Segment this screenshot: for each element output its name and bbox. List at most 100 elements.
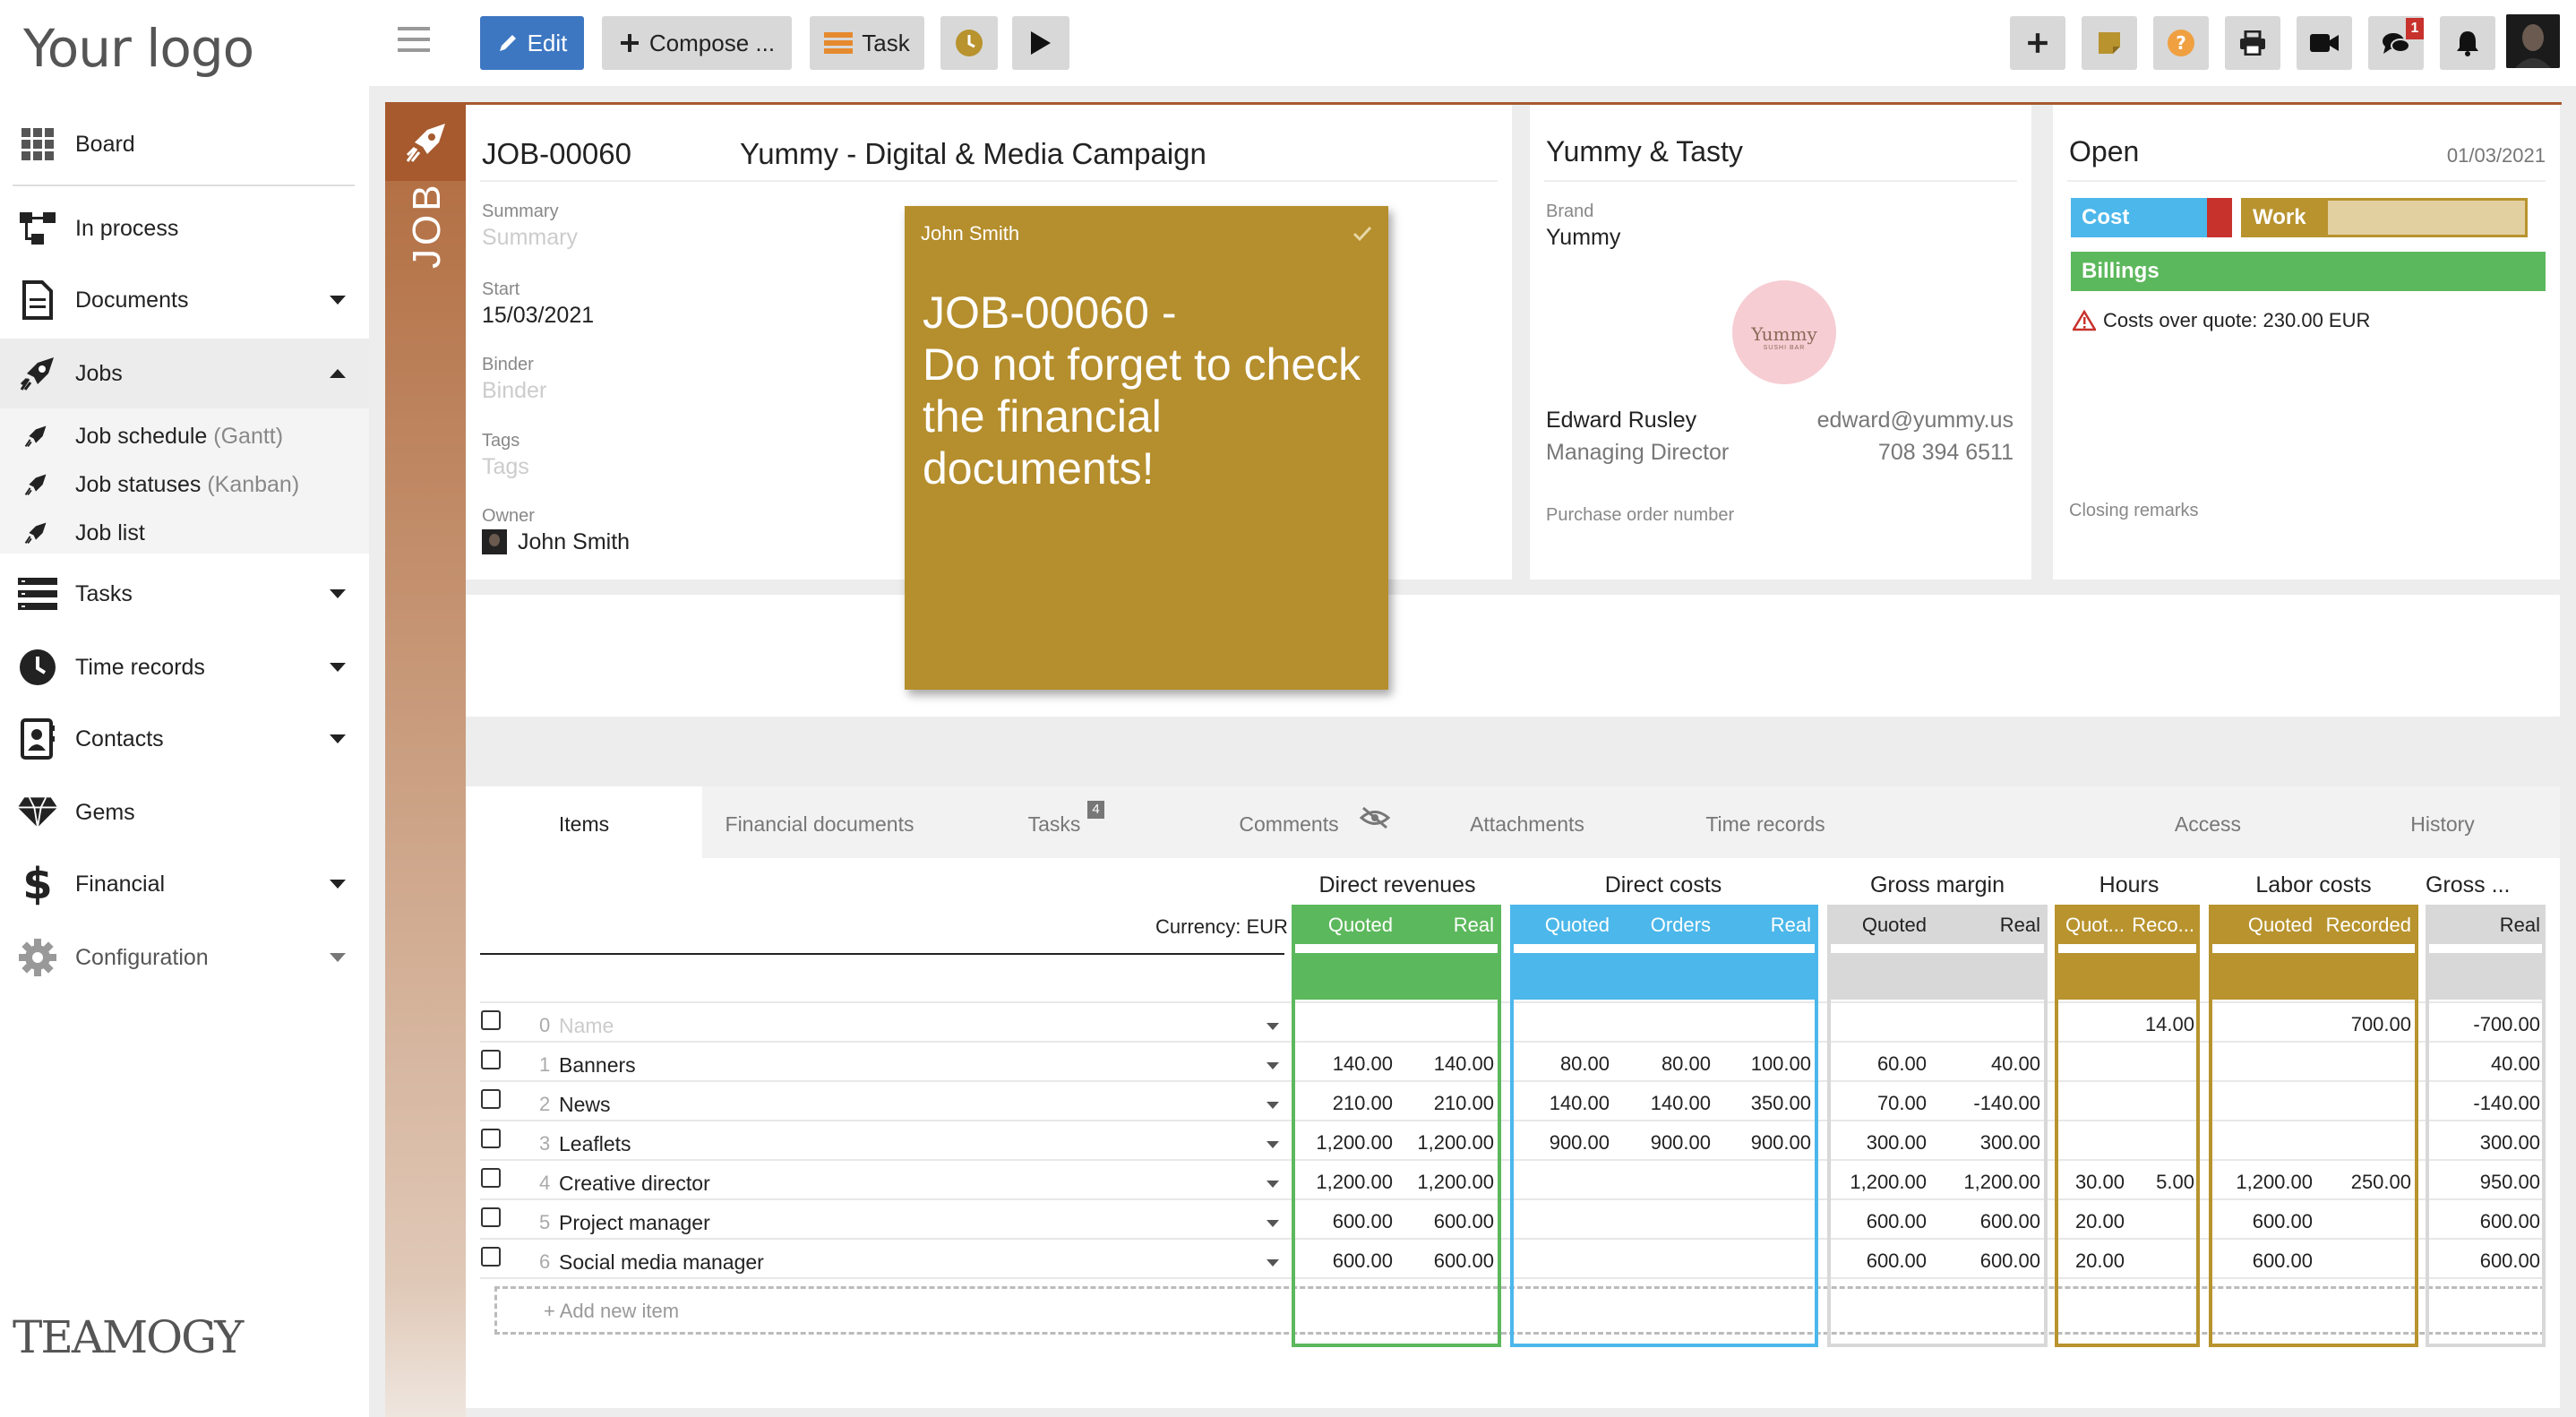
chevron-down-icon[interactable] xyxy=(1267,1181,1279,1188)
play-button[interactable] xyxy=(1012,16,1069,70)
chevron-down-icon[interactable] xyxy=(330,296,346,305)
owner-avatar xyxy=(482,529,507,554)
row-name[interactable]: News xyxy=(559,1093,611,1117)
brand-logo-subtext: SUSHI BAR xyxy=(1763,345,1806,351)
print-button[interactable] xyxy=(2225,16,2280,70)
check-icon[interactable] xyxy=(1352,226,1372,242)
tags-field[interactable]: Tags xyxy=(482,454,529,480)
contact-phone[interactable]: 708 394 6511 xyxy=(1878,440,2014,466)
row-name[interactable]: Social media manager xyxy=(559,1250,764,1275)
tab-items[interactable]: Items xyxy=(466,786,702,849)
add-new-item-button[interactable]: + Add new item xyxy=(544,1300,679,1323)
sidebar-item-in-process[interactable]: In process xyxy=(0,193,369,263)
row-name[interactable]: Leaflets xyxy=(559,1132,631,1156)
sidebar-item-label: Board xyxy=(75,131,135,157)
sidebar-item-tasks[interactable]: Tasks xyxy=(0,559,369,629)
sidebar-item-jobs[interactable]: Jobs xyxy=(0,339,369,408)
tab-access[interactable]: Access xyxy=(2091,786,2325,849)
chevron-down-icon[interactable] xyxy=(330,663,346,672)
row-checkbox[interactable] xyxy=(481,1247,501,1267)
printer-icon xyxy=(2240,30,2265,56)
job-side-band xyxy=(385,104,466,1417)
row-number: 3 xyxy=(539,1132,551,1155)
owner-name[interactable]: John Smith xyxy=(518,529,630,555)
chevron-down-icon[interactable] xyxy=(1267,1220,1279,1227)
chevron-down-icon[interactable] xyxy=(330,953,346,962)
tab-tasks[interactable]: Tasks 4 xyxy=(937,786,1172,849)
avatar-icon xyxy=(2506,14,2560,68)
sidebar-item-label: Job schedule (Gantt) xyxy=(75,423,284,449)
sticky-author: John Smith xyxy=(921,222,1020,245)
chevron-down-icon[interactable] xyxy=(330,589,346,598)
chat-button[interactable]: 1 xyxy=(2368,16,2424,70)
eye-slash-icon[interactable] xyxy=(1360,806,1390,829)
hamburger-menu-icon[interactable] xyxy=(398,25,430,54)
sidebar-item-configuration[interactable]: Configuration xyxy=(0,923,369,992)
help-button[interactable]: ? xyxy=(2153,16,2209,70)
sidebar-item-time-records[interactable]: Time records xyxy=(0,632,369,702)
row-number: 5 xyxy=(539,1211,551,1233)
job-title: Yummy - Digital & Media Campaign xyxy=(740,137,1206,170)
user-avatar[interactable] xyxy=(2506,14,2560,68)
chevron-down-icon[interactable] xyxy=(1267,1259,1279,1267)
binder-field[interactable]: Binder xyxy=(482,378,546,404)
row-checkbox[interactable] xyxy=(481,1129,501,1148)
sidebar-item-job-list[interactable]: Job list xyxy=(0,509,369,557)
sidebar-item-financial[interactable]: $ Financial xyxy=(0,849,369,919)
app-logo[interactable]: Your logo xyxy=(23,18,254,79)
tab-history[interactable]: History xyxy=(2325,786,2560,849)
chevron-down-icon[interactable] xyxy=(1267,1023,1279,1030)
billings-bar[interactable]: Billings xyxy=(2071,252,2546,291)
chevron-down-icon[interactable] xyxy=(1267,1062,1279,1069)
row-name[interactable]: Name xyxy=(559,1014,614,1038)
chevron-up-icon[interactable] xyxy=(330,369,346,378)
cost-bar[interactable]: Cost xyxy=(2071,198,2232,237)
edit-button[interactable]: Edit xyxy=(480,16,584,70)
notifications-button[interactable] xyxy=(2440,16,2495,70)
sidebar-item-job-statuses[interactable]: Job statuses (Kanban) xyxy=(0,460,369,509)
row-number: 6 xyxy=(539,1250,551,1273)
compose-button[interactable]: Compose ... xyxy=(602,16,792,70)
brand-value[interactable]: Yummy xyxy=(1546,225,1620,251)
brand-logo: Yummy SUSHI BAR xyxy=(1732,280,1836,384)
tab-time-records[interactable]: Time records xyxy=(1648,786,1883,849)
sidebar-item-contacts[interactable]: Contacts xyxy=(0,704,369,774)
sticky-note-button[interactable] xyxy=(2082,16,2137,70)
task-button[interactable]: Task xyxy=(810,16,924,70)
sidebar-item-gems[interactable]: Gems xyxy=(0,777,369,847)
group-direct-costs: Direct costs xyxy=(1604,872,1722,897)
row-checkbox[interactable] xyxy=(481,1050,501,1069)
row-name[interactable]: Creative director xyxy=(559,1172,710,1196)
tab-attachments[interactable]: Attachments xyxy=(1406,786,1648,849)
job-state[interactable]: Open xyxy=(2069,135,2139,168)
summary-field[interactable]: Summary xyxy=(482,225,578,251)
video-button[interactable] xyxy=(2297,16,2352,70)
sticky-note[interactable]: John Smith JOB-00060 - Do not forget to … xyxy=(905,206,1388,690)
sidebar-item-label: In process xyxy=(75,215,179,241)
contact-name[interactable]: Edward Rusley xyxy=(1546,408,1696,434)
row-name[interactable]: Project manager xyxy=(559,1211,710,1235)
client-name[interactable]: Yummy & Tasty xyxy=(1546,135,1743,168)
sidebar-item-job-schedule[interactable]: Job schedule (Gantt) xyxy=(0,412,369,460)
work-bar[interactable]: Work xyxy=(2241,198,2528,237)
row-checkbox[interactable] xyxy=(481,1010,501,1030)
clock-icon xyxy=(16,646,59,689)
brand-logo-text: Yummy xyxy=(1751,323,1817,345)
contact-email[interactable]: edward@yummy.us xyxy=(1817,408,2014,434)
tab-financial-documents[interactable]: Financial documents xyxy=(702,786,937,849)
sidebar-item-documents[interactable]: Documents xyxy=(0,265,369,335)
start-date[interactable]: 15/03/2021 xyxy=(482,303,594,329)
sidebar-item-board[interactable]: Board xyxy=(0,109,369,179)
teamogy-logo: TEAMOGY xyxy=(13,1311,244,1363)
chevron-down-icon[interactable] xyxy=(330,880,346,889)
time-record-button[interactable] xyxy=(940,16,998,70)
chevron-down-icon[interactable] xyxy=(330,734,346,743)
clock-icon xyxy=(956,30,983,56)
row-checkbox[interactable] xyxy=(481,1207,501,1227)
row-checkbox[interactable] xyxy=(481,1168,501,1188)
chevron-down-icon[interactable] xyxy=(1267,1141,1279,1148)
add-button[interactable] xyxy=(2010,16,2065,70)
chevron-down-icon[interactable] xyxy=(1267,1102,1279,1109)
row-name[interactable]: Banners xyxy=(559,1053,636,1078)
row-checkbox[interactable] xyxy=(481,1089,501,1109)
